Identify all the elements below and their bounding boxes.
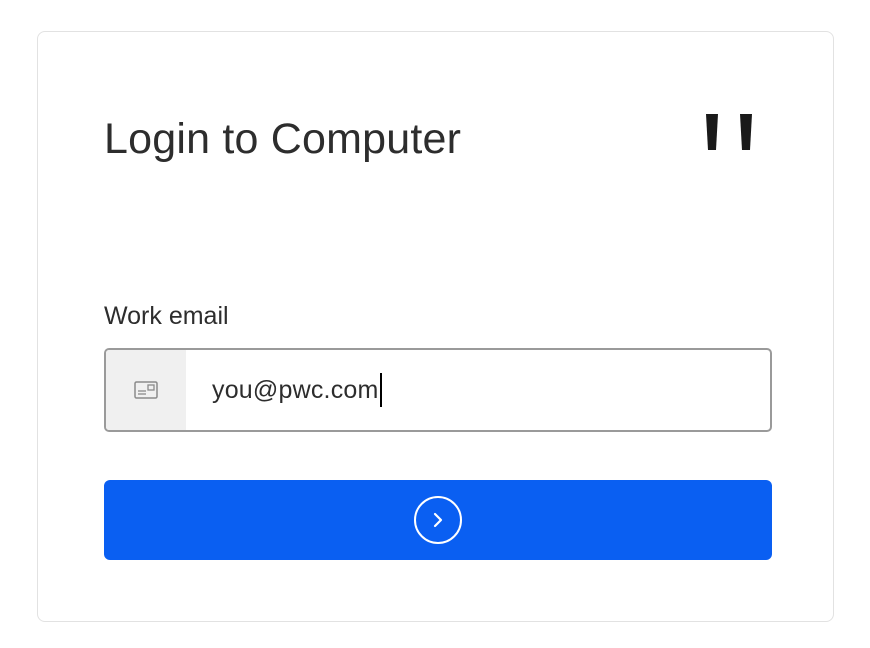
id-card-icon xyxy=(134,381,158,399)
email-icon-box xyxy=(106,350,186,430)
brand-logo-icon xyxy=(706,114,752,150)
page-title: Login to Computer xyxy=(104,115,462,163)
arrow-circle-right-icon xyxy=(414,496,462,544)
submit-button[interactable] xyxy=(104,480,772,560)
login-card: Login to Computer Work email you@pwc.com xyxy=(37,31,834,622)
email-input-value: you@pwc.com xyxy=(212,375,379,404)
email-field[interactable]: you@pwc.com xyxy=(104,348,772,432)
text-caret xyxy=(379,373,382,407)
email-label: Work email xyxy=(104,302,229,330)
email-input[interactable]: you@pwc.com xyxy=(186,350,770,430)
